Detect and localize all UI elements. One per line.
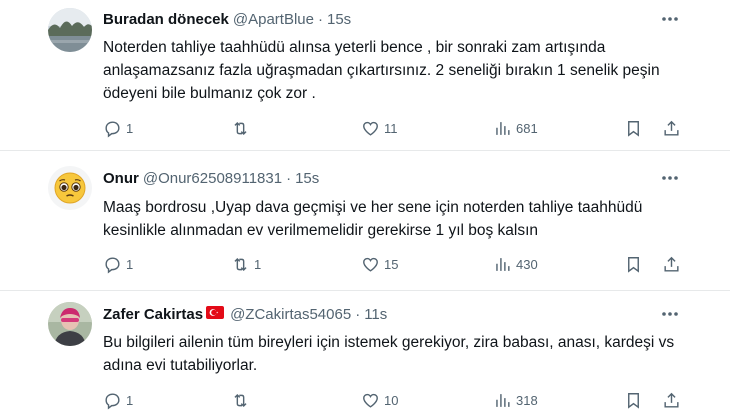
person-photo-icon	[48, 302, 92, 346]
separator: ·	[355, 305, 361, 323]
retweet-button[interactable]: 1	[231, 253, 261, 275]
tweet-3[interactable]: Zafer Cakirtas @ZCakirtas54065 · 11s Bu …	[0, 290, 730, 420]
reply-count: 1	[126, 120, 134, 136]
reply-icon	[105, 256, 120, 273]
bookmark-icon	[628, 120, 639, 137]
tweet-text: Bu bilgileri ailenin tüm bireyleri için …	[103, 334, 675, 374]
views-button[interactable]: 430	[493, 253, 538, 275]
separator: ·	[286, 169, 292, 187]
more-dots-icon	[662, 312, 678, 316]
more-options-button[interactable]	[660, 168, 680, 188]
separator: ·	[317, 10, 323, 28]
more-dots-icon	[662, 176, 678, 180]
tweet-2[interactable]: Onur @Onur62508911831 · 15s Maaş bordros…	[0, 150, 730, 290]
tweet-actions: 1 11 681	[103, 117, 693, 139]
heart-icon	[363, 257, 378, 272]
reply-icon	[105, 392, 120, 409]
reply-icon	[105, 120, 120, 137]
author-name[interactable]: Buradan dönecek	[103, 11, 229, 28]
more-options-button[interactable]	[660, 9, 680, 29]
views-button[interactable]: 318	[493, 389, 538, 411]
retweet-button[interactable]	[231, 117, 254, 139]
tweet-text: Maaş bordrosu ,Uyap dava geçmişi ve her …	[103, 199, 643, 239]
like-button[interactable]: 10	[361, 389, 398, 411]
share-icon	[664, 120, 679, 136]
more-options-button[interactable]	[660, 304, 680, 324]
views-chart-icon	[496, 393, 510, 407]
like-button[interactable]: 15	[361, 253, 398, 275]
author-handle[interactable]: @Onur62508911831	[143, 170, 282, 187]
more-dots-icon	[662, 17, 678, 21]
author-handle[interactable]: @ZCakirtas54065	[230, 306, 351, 323]
bookmark-button[interactable]	[624, 389, 643, 411]
share-button[interactable]	[662, 253, 681, 275]
like-count: 15	[384, 256, 399, 272]
retweet-icon	[234, 393, 247, 407]
tweet-text: Noterden tahliye taahhüdü alınsa yeterli…	[103, 39, 660, 102]
share-icon	[664, 392, 679, 408]
tweet-actions: 1 1 15 430	[103, 253, 693, 275]
heart-icon	[363, 121, 378, 136]
landscape-photo-icon	[48, 8, 92, 52]
like-button[interactable]: 11	[361, 117, 398, 139]
reply-button[interactable]: 1	[103, 389, 133, 411]
views-chart-icon	[496, 257, 510, 271]
timestamp[interactable]: 11s	[364, 306, 387, 323]
timestamp[interactable]: 15s	[327, 11, 351, 28]
timestamp[interactable]: 15s	[295, 170, 319, 187]
avatar[interactable]	[48, 8, 92, 52]
views-button[interactable]: 681	[493, 117, 538, 139]
retweet-button[interactable]	[231, 389, 254, 411]
pleading-face-emoji-icon	[48, 166, 92, 210]
reply-button[interactable]: 1	[103, 253, 133, 275]
view-count: 318	[516, 392, 538, 408]
tweet-header: Buradan dönecek @ApartBlue · 15s	[103, 8, 351, 30]
avatar[interactable]	[48, 302, 92, 346]
share-icon	[664, 256, 679, 272]
bookmark-icon	[628, 256, 639, 273]
heart-icon	[363, 393, 378, 408]
tweet-1[interactable]: Buradan dönecek @ApartBlue · 15s Noterde…	[0, 0, 730, 150]
author-name[interactable]: Onur	[103, 170, 139, 187]
author-name[interactable]: Zafer Cakirtas	[103, 306, 203, 323]
tweet-header: Zafer Cakirtas @ZCakirtas54065 · 11s	[103, 303, 387, 325]
views-chart-icon	[496, 121, 510, 135]
tweet-header: Onur @Onur62508911831 · 15s	[103, 167, 319, 189]
like-count: 11	[384, 120, 398, 136]
reply-button[interactable]: 1	[103, 117, 133, 139]
reply-count: 1	[126, 392, 134, 408]
reply-count: 1	[126, 256, 134, 272]
turkey-flag-icon	[206, 305, 225, 323]
retweet-icon	[234, 257, 247, 271]
bookmark-button[interactable]	[624, 117, 643, 139]
retweet-icon	[234, 121, 247, 135]
bookmark-button[interactable]	[624, 253, 643, 275]
avatar[interactable]	[48, 166, 92, 210]
author-handle[interactable]: @ApartBlue	[233, 11, 314, 28]
bookmark-icon	[628, 392, 639, 409]
view-count: 681	[516, 120, 538, 136]
like-count: 10	[384, 392, 399, 408]
share-button[interactable]	[662, 389, 681, 411]
view-count: 430	[516, 256, 538, 272]
share-button[interactable]	[662, 117, 681, 139]
tweet-actions: 1 10 318	[103, 389, 693, 411]
retweet-count: 1	[254, 256, 262, 272]
